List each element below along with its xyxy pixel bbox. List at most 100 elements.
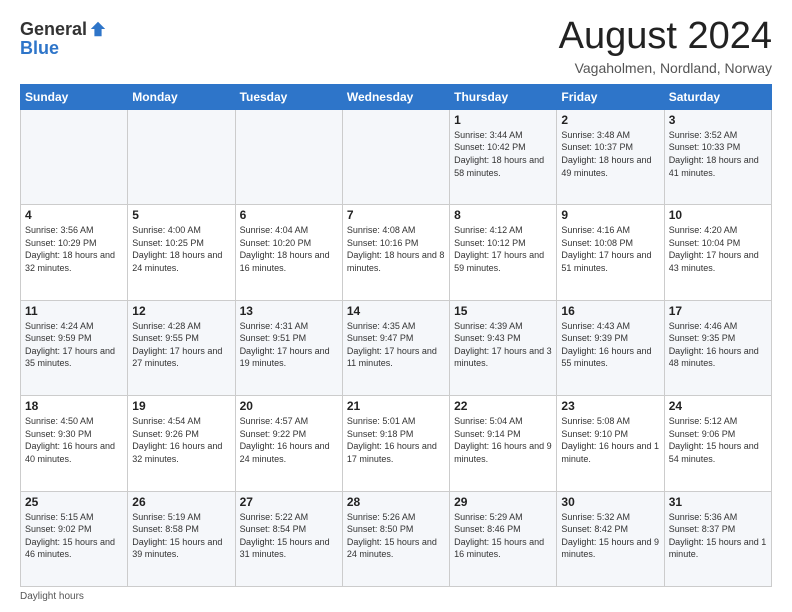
footer-note: Daylight hours xyxy=(20,591,772,602)
day-number-2: 2 xyxy=(561,113,659,127)
calendar-table: Sunday Monday Tuesday Wednesday Thursday… xyxy=(20,84,772,587)
day-info-29: Sunrise: 5:29 AMSunset: 8:46 PMDaylight:… xyxy=(454,511,552,561)
day-cell-0-5: 2 Sunrise: 3:48 AMSunset: 10:37 PMDayligh… xyxy=(557,109,664,204)
day-number-9: 9 xyxy=(561,208,659,222)
day-info-22: Sunrise: 5:04 AMSunset: 9:14 PMDaylight:… xyxy=(454,415,552,465)
day-info-20: Sunrise: 4:57 AMSunset: 9:22 PMDaylight:… xyxy=(240,415,338,465)
day-number-30: 30 xyxy=(561,495,659,509)
day-number-22: 22 xyxy=(454,399,552,413)
day-number-10: 10 xyxy=(669,208,767,222)
day-number-5: 5 xyxy=(132,208,230,222)
day-info-31: Sunrise: 5:36 AMSunset: 8:37 PMDaylight:… xyxy=(669,511,767,561)
day-number-1: 1 xyxy=(454,113,552,127)
day-cell-0-2 xyxy=(235,109,342,204)
day-info-24: Sunrise: 5:12 AMSunset: 9:06 PMDaylight:… xyxy=(669,415,767,465)
day-info-17: Sunrise: 4:46 AMSunset: 9:35 PMDaylight:… xyxy=(669,320,767,370)
day-cell-3-4: 22 Sunrise: 5:04 AMSunset: 9:14 PMDayligh… xyxy=(450,396,557,491)
day-cell-4-1: 26 Sunrise: 5:19 AMSunset: 8:58 PMDayligh… xyxy=(128,491,235,586)
day-cell-2-4: 15 Sunrise: 4:39 AMSunset: 9:43 PMDayligh… xyxy=(450,300,557,395)
day-info-21: Sunrise: 5:01 AMSunset: 9:18 PMDaylight:… xyxy=(347,415,445,465)
day-cell-0-4: 1 Sunrise: 3:44 AMSunset: 10:42 PMDayligh… xyxy=(450,109,557,204)
day-info-8: Sunrise: 4:12 AMSunset: 10:12 PMDaylight… xyxy=(454,224,552,274)
day-info-19: Sunrise: 4:54 AMSunset: 9:26 PMDaylight:… xyxy=(132,415,230,465)
day-number-16: 16 xyxy=(561,304,659,318)
day-info-28: Sunrise: 5:26 AMSunset: 8:50 PMDaylight:… xyxy=(347,511,445,561)
day-cell-2-1: 12 Sunrise: 4:28 AMSunset: 9:55 PMDayligh… xyxy=(128,300,235,395)
day-number-26: 26 xyxy=(132,495,230,509)
day-info-14: Sunrise: 4:35 AMSunset: 9:47 PMDaylight:… xyxy=(347,320,445,370)
day-info-18: Sunrise: 4:50 AMSunset: 9:30 PMDaylight:… xyxy=(25,415,123,465)
day-info-3: Sunrise: 3:52 AMSunset: 10:33 PMDaylight… xyxy=(669,129,767,179)
day-cell-2-0: 11 Sunrise: 4:24 AMSunset: 9:59 PMDayligh… xyxy=(21,300,128,395)
day-number-18: 18 xyxy=(25,399,123,413)
logo-icon xyxy=(89,20,107,38)
day-cell-2-5: 16Sunrise: 4:43 AMSunset: 9:39 PMDayligh… xyxy=(557,300,664,395)
day-number-31: 31 xyxy=(669,495,767,509)
day-number-8: 8 xyxy=(454,208,552,222)
week-row-3: 18 Sunrise: 4:50 AMSunset: 9:30 PMDayligh… xyxy=(21,396,772,491)
day-number-25: 25 xyxy=(25,495,123,509)
day-info-4: Sunrise: 3:56 AMSunset: 10:29 PMDaylight… xyxy=(25,224,123,274)
day-info-15: Sunrise: 4:39 AMSunset: 9:43 PMDaylight:… xyxy=(454,320,552,370)
logo-general-text: General xyxy=(20,20,87,38)
day-cell-3-6: 24Sunrise: 5:12 AMSunset: 9:06 PMDayligh… xyxy=(664,396,771,491)
day-cell-4-6: 31 Sunrise: 5:36 AMSunset: 8:37 PMDayligh… xyxy=(664,491,771,586)
day-cell-2-6: 17 Sunrise: 4:46 AMSunset: 9:35 PMDayligh… xyxy=(664,300,771,395)
day-info-12: Sunrise: 4:28 AMSunset: 9:55 PMDaylight:… xyxy=(132,320,230,370)
day-info-1: Sunrise: 3:44 AMSunset: 10:42 PMDaylight… xyxy=(454,129,552,179)
day-number-6: 6 xyxy=(240,208,338,222)
subtitle: Vagaholmen, Nordland, Norway xyxy=(559,60,772,76)
week-row-4: 25 Sunrise: 5:15 AMSunset: 9:02 PMDayligh… xyxy=(21,491,772,586)
day-cell-0-3 xyxy=(342,109,449,204)
logo-blue-text: Blue xyxy=(20,38,59,58)
day-number-12: 12 xyxy=(132,304,230,318)
header-thursday: Thursday xyxy=(450,84,557,109)
day-info-30: Sunrise: 5:32 AMSunset: 8:42 PMDaylight:… xyxy=(561,511,659,561)
day-number-29: 29 xyxy=(454,495,552,509)
day-info-9: Sunrise: 4:16 AMSunset: 10:08 PMDaylight… xyxy=(561,224,659,274)
header-wednesday: Wednesday xyxy=(342,84,449,109)
day-cell-4-2: 27Sunrise: 5:22 AMSunset: 8:54 PMDayligh… xyxy=(235,491,342,586)
day-cell-3-3: 21Sunrise: 5:01 AMSunset: 9:18 PMDayligh… xyxy=(342,396,449,491)
day-number-17: 17 xyxy=(669,304,767,318)
header-friday: Friday xyxy=(557,84,664,109)
day-cell-1-5: 9 Sunrise: 4:16 AMSunset: 10:08 PMDayligh… xyxy=(557,205,664,300)
day-info-6: Sunrise: 4:04 AMSunset: 10:20 PMDaylight… xyxy=(240,224,338,274)
header-tuesday: Tuesday xyxy=(235,84,342,109)
day-number-27: 27 xyxy=(240,495,338,509)
day-cell-1-2: 6 Sunrise: 4:04 AMSunset: 10:20 PMDayligh… xyxy=(235,205,342,300)
day-cell-4-3: 28 Sunrise: 5:26 AMSunset: 8:50 PMDayligh… xyxy=(342,491,449,586)
day-cell-1-6: 10Sunrise: 4:20 AMSunset: 10:04 PMDaylig… xyxy=(664,205,771,300)
day-cell-3-1: 19 Sunrise: 4:54 AMSunset: 9:26 PMDayligh… xyxy=(128,396,235,491)
day-number-3: 3 xyxy=(669,113,767,127)
day-cell-2-3: 14 Sunrise: 4:35 AMSunset: 9:47 PMDayligh… xyxy=(342,300,449,395)
day-cell-4-5: 30 Sunrise: 5:32 AMSunset: 8:42 PMDayligh… xyxy=(557,491,664,586)
day-info-2: Sunrise: 3:48 AMSunset: 10:37 PMDaylight… xyxy=(561,129,659,179)
day-number-28: 28 xyxy=(347,495,445,509)
day-cell-3-0: 18 Sunrise: 4:50 AMSunset: 9:30 PMDayligh… xyxy=(21,396,128,491)
day-cell-2-2: 13Sunrise: 4:31 AMSunset: 9:51 PMDayligh… xyxy=(235,300,342,395)
week-row-1: 4Sunrise: 3:56 AMSunset: 10:29 PMDayligh… xyxy=(21,205,772,300)
day-number-15: 15 xyxy=(454,304,552,318)
day-number-14: 14 xyxy=(347,304,445,318)
day-number-20: 20 xyxy=(240,399,338,413)
day-info-11: Sunrise: 4:24 AMSunset: 9:59 PMDaylight:… xyxy=(25,320,123,370)
day-number-23: 23 xyxy=(561,399,659,413)
week-row-0: 1 Sunrise: 3:44 AMSunset: 10:42 PMDayligh… xyxy=(21,109,772,204)
day-info-7: Sunrise: 4:08 AMSunset: 10:16 PMDaylight… xyxy=(347,224,445,274)
day-info-5: Sunrise: 4:00 AMSunset: 10:25 PMDaylight… xyxy=(132,224,230,274)
day-info-23: Sunrise: 5:08 AMSunset: 9:10 PMDaylight:… xyxy=(561,415,659,465)
day-cell-1-0: 4Sunrise: 3:56 AMSunset: 10:29 PMDayligh… xyxy=(21,205,128,300)
day-number-19: 19 xyxy=(132,399,230,413)
day-cell-1-3: 7Sunrise: 4:08 AMSunset: 10:16 PMDayligh… xyxy=(342,205,449,300)
header: General Blue August 2024 Vagaholmen, Nor… xyxy=(20,16,772,76)
header-monday: Monday xyxy=(128,84,235,109)
day-number-11: 11 xyxy=(25,304,123,318)
logo: General Blue xyxy=(20,20,107,59)
day-info-26: Sunrise: 5:19 AMSunset: 8:58 PMDaylight:… xyxy=(132,511,230,561)
main-title: August 2024 xyxy=(559,16,772,58)
day-cell-3-5: 23 Sunrise: 5:08 AMSunset: 9:10 PMDayligh… xyxy=(557,396,664,491)
week-row-2: 11 Sunrise: 4:24 AMSunset: 9:59 PMDayligh… xyxy=(21,300,772,395)
day-cell-1-1: 5 Sunrise: 4:00 AMSunset: 10:25 PMDayligh… xyxy=(128,205,235,300)
day-info-25: Sunrise: 5:15 AMSunset: 9:02 PMDaylight:… xyxy=(25,511,123,561)
